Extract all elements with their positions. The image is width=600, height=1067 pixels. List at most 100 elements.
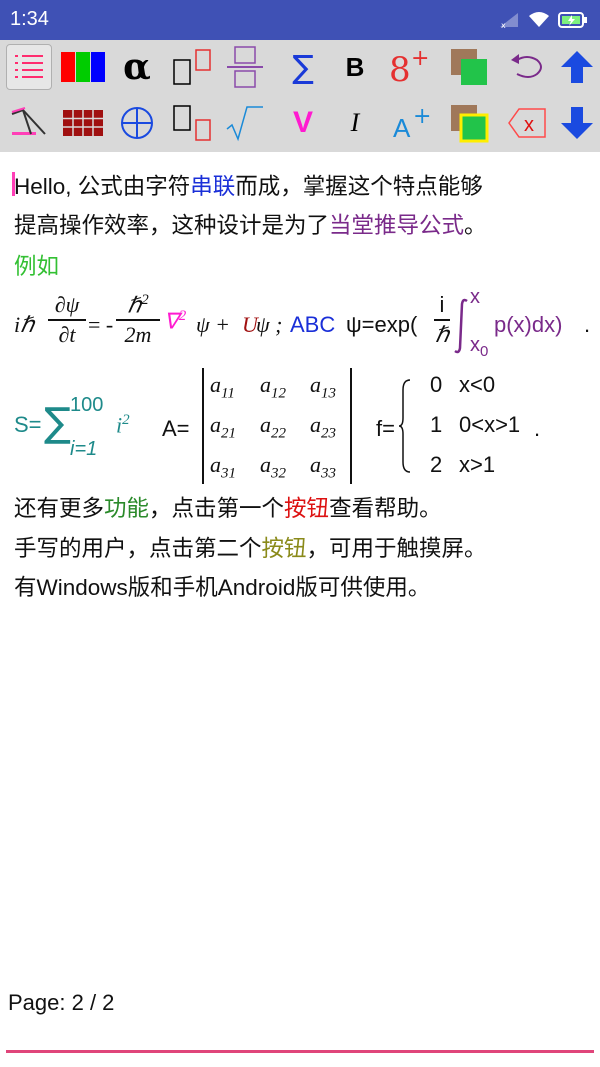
battery-icon — [558, 12, 587, 28]
eq2-i-sq: i2 — [116, 412, 130, 438]
italic-icon: I — [350, 108, 360, 137]
eq1-frac-i-hbar: i ℏ — [434, 292, 450, 348]
slash-tool-button[interactable] — [6, 100, 52, 146]
bold-button[interactable]: B — [332, 44, 378, 90]
svg-text:+: + — [413, 105, 431, 129]
eq1-hbar-den: ℏ — [435, 321, 449, 347]
text-span: 提高操作效率，这种设计是为了 — [14, 213, 330, 238]
subscript-box-button[interactable] — [168, 100, 214, 146]
eq1-sup: 2 — [141, 292, 149, 308]
fraction-button[interactable] — [222, 44, 268, 90]
list-icon — [15, 55, 43, 78]
eq1-hbar: ℏ — [127, 292, 142, 318]
slash-tool-icon — [11, 107, 46, 135]
sqrt-button[interactable] — [222, 100, 268, 146]
eq2-s-eq: S= — [14, 412, 42, 437]
text-line-1: Hello, 公式由字符串联而成，掌握这个特点能够 — [14, 172, 483, 202]
svg-text:x: x — [501, 21, 506, 29]
matrix-cell: a23 — [310, 412, 336, 442]
circle-plus-icon — [121, 107, 153, 139]
matrix-cell: a13 — [310, 372, 336, 402]
eq1-dpsi: ∂ψ — [54, 292, 80, 317]
color-bars-icon — [61, 52, 105, 82]
case-value: 0 — [430, 372, 443, 397]
case-value: 2 — [430, 452, 443, 477]
matrix-cell: a32 — [260, 452, 286, 482]
text-line-4: 还有更多功能，点击第一个按钮查看帮助。 — [14, 494, 442, 524]
vector-button[interactable]: V — [280, 100, 326, 146]
fraction-bar — [434, 319, 450, 321]
matrix-right-bar — [350, 368, 352, 484]
superscript-box-button[interactable] — [168, 44, 214, 90]
eq1-eq-minus: = - — [88, 312, 114, 337]
svg-text:A: A — [393, 113, 411, 141]
subscript-box-icon — [173, 49, 211, 85]
bold-icon: B — [345, 51, 365, 82]
eq1-nabla-sup: 2 — [178, 308, 187, 324]
text-span-blue: 串联 — [190, 174, 236, 199]
status-bar: 1:34 x — [0, 0, 600, 40]
text-span: ，可用于触摸屏。 — [306, 536, 487, 561]
sum-symbol: ∑ — [44, 400, 71, 446]
text-line-6: 有Windows版和手机Android版可供使用。 — [14, 575, 431, 600]
circle-plus-button[interactable] — [114, 100, 160, 146]
eq1-psi-semicolon: ψ ; — [256, 312, 283, 337]
matrix-cell: a33 — [310, 452, 336, 482]
sigma-button[interactable]: ∑ — [280, 44, 326, 90]
wifi-icon — [529, 12, 549, 27]
text-span: 。 — [464, 213, 487, 238]
text-span-olive: 按钮 — [261, 536, 307, 561]
undo-icon — [511, 54, 542, 78]
matrix-cell: a11 — [210, 372, 235, 402]
eq2-i-sup: 2 — [122, 412, 130, 428]
google-plus-icon: 8 + — [389, 47, 429, 87]
matrix-body: a11 a12 a13 a21 a22 a23 a31 a32 a33 — [208, 370, 348, 482]
text-span: 还有更多 — [14, 496, 105, 521]
status-icons: x — [498, 9, 588, 31]
eq1-psi-exp: ψ=exp( — [346, 312, 418, 337]
table-button[interactable] — [60, 100, 106, 146]
arrow-down-icon — [561, 107, 593, 139]
color-bars-button[interactable] — [60, 44, 106, 90]
text-span: 手写的用户，点击第二个 — [14, 536, 262, 561]
eq1-sub0: 0 — [480, 343, 489, 360]
eq1-p-tail: p(x)dx) — [494, 312, 563, 337]
eq2-sum-lower: i=1 — [70, 438, 98, 460]
signal-icon: x — [500, 13, 518, 29]
alpha-button[interactable]: α — [114, 44, 160, 90]
text-line-2: 提高操作效率，这种设计是为了当堂推导公式。 — [14, 211, 487, 241]
eq1-frac-dpsi-dt: ∂ψ ∂t — [48, 292, 86, 348]
fraction-bar — [48, 319, 86, 321]
case-value: 1 — [430, 412, 443, 437]
google-plus-button[interactable]: 8 + — [386, 44, 432, 90]
background-color-button[interactable] — [446, 44, 492, 90]
case-condition: x>1 — [459, 452, 496, 477]
svg-text:8: 8 — [389, 50, 411, 87]
font-size-icon: A + — [393, 105, 431, 141]
vector-icon: V — [292, 106, 313, 139]
italic-button[interactable]: I — [332, 100, 378, 146]
move-down-button[interactable] — [554, 100, 600, 146]
sum-matrix-piecewise: S= ∑ 100 i=1 i2 A= a11 a12 a13 a21 a22 a23 a31… — [14, 364, 594, 488]
eq1-i: i — [439, 292, 445, 317]
matrix-cell: a12 — [260, 372, 286, 402]
undo-button[interactable] — [504, 44, 550, 90]
schrodinger-equation: iℏ ∂ψ ∂t = - ℏ2 2m ∇2 ψ + U ψ ; ABC ψ=ex… — [14, 286, 594, 366]
svg-text:+: + — [411, 47, 429, 71]
text-line-5: 手写的用户，点击第二个按钮，可用于触摸屏。 — [14, 534, 487, 564]
bg-color-icon — [451, 49, 487, 85]
case-condition: 0<x>1 — [459, 412, 521, 437]
delete-button[interactable]: x — [504, 100, 550, 146]
foreground-color-button[interactable] — [446, 100, 492, 146]
box-sub-icon — [173, 105, 211, 141]
alpha-icon: α — [123, 46, 151, 88]
eq1-int-lower: x0 — [470, 334, 488, 360]
text-span: ，点击第一个 — [149, 496, 285, 521]
text-span-green: 功能 — [104, 496, 150, 521]
list-button[interactable] — [6, 44, 52, 90]
eq2-f-eq: f= — [376, 416, 395, 441]
move-up-button[interactable] — [554, 44, 600, 90]
text-span-purple: 当堂推导公式 — [329, 213, 465, 238]
font-size-button[interactable]: A + — [390, 100, 436, 146]
eq2-dot: . — [534, 416, 541, 441]
